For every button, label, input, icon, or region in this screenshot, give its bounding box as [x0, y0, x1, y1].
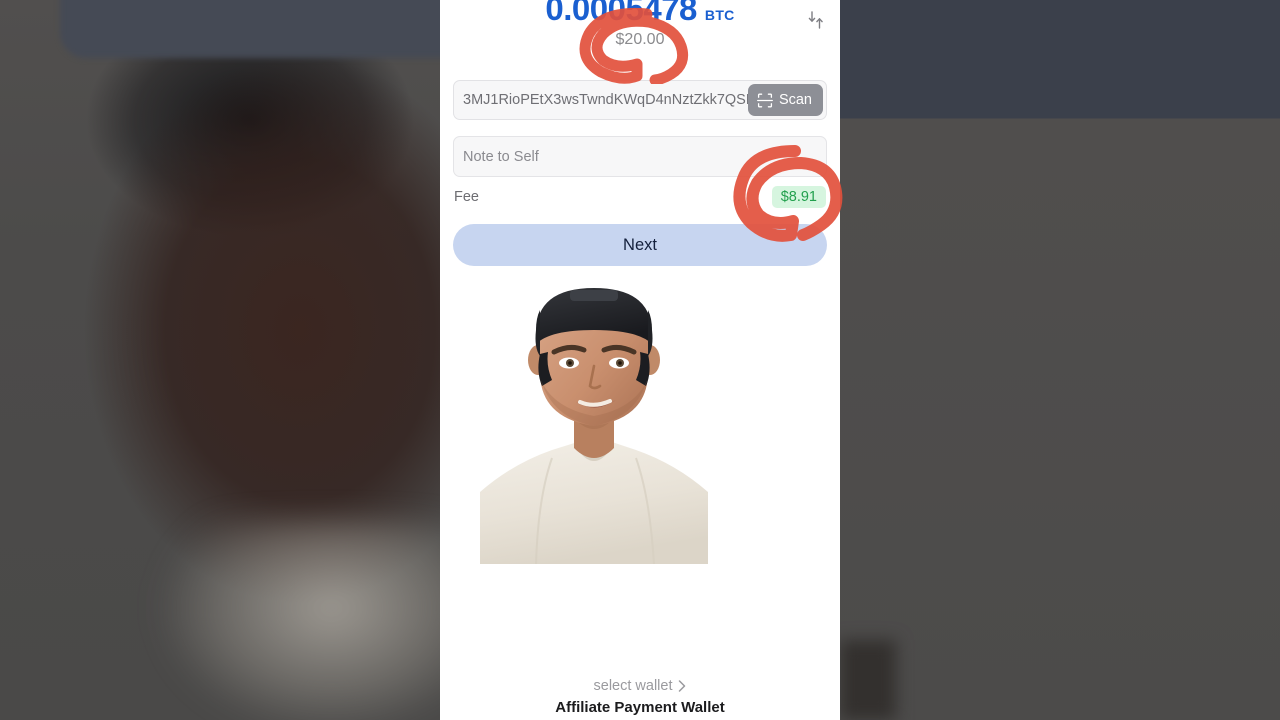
- recipient-address-value: 3MJ1RioPEtX3wsTwndKWqD4nNztZkk7QSR: [463, 92, 748, 108]
- recipient-address-field[interactable]: 3MJ1RioPEtX3wsTwndKWqD4nNztZkk7QSR Scan: [453, 80, 827, 120]
- scan-button[interactable]: Scan: [747, 84, 823, 116]
- fee-value-badge[interactable]: $8.91: [771, 186, 826, 208]
- amount-currency-unit: BTC: [704, 7, 735, 23]
- next-button-label: Next: [623, 235, 657, 254]
- amount-display: 0.0005478 BTC: [440, 0, 840, 25]
- note-to-self-field[interactable]: Note to Self: [453, 136, 827, 177]
- swap-vertical-icon[interactable]: [805, 8, 827, 32]
- select-wallet-label: select wallet: [593, 678, 673, 694]
- scan-frame-icon: [756, 93, 773, 107]
- background-right-fill: [840, 0, 1280, 720]
- screen-root: 0.0005478 BTC $20.00 3MJ1RioPEtX3wsTwndK…: [0, 0, 1280, 720]
- scan-button-label: Scan: [778, 92, 812, 108]
- wallet-app-panel: 0.0005478 BTC $20.00 3MJ1RioPEtX3wsTwndK…: [440, 0, 840, 720]
- active-wallet-name: Affiliate Payment Wallet: [555, 699, 725, 716]
- amount-fiat-value: $20.00: [615, 31, 665, 48]
- chevron-right-icon: [679, 680, 686, 692]
- fee-row: Fee $8.91: [454, 185, 826, 209]
- select-wallet-button[interactable]: select wallet: [440, 678, 840, 694]
- presenter-photo: [480, 288, 708, 564]
- next-button[interactable]: Next: [453, 224, 827, 266]
- note-to-self-placeholder: Note to Self: [463, 148, 539, 165]
- background-subject-shirt: [150, 520, 480, 720]
- amount-btc-value: 0.0005478: [545, 0, 697, 27]
- fee-label: Fee: [454, 189, 479, 205]
- swap-vertical-glyph: [808, 11, 823, 29]
